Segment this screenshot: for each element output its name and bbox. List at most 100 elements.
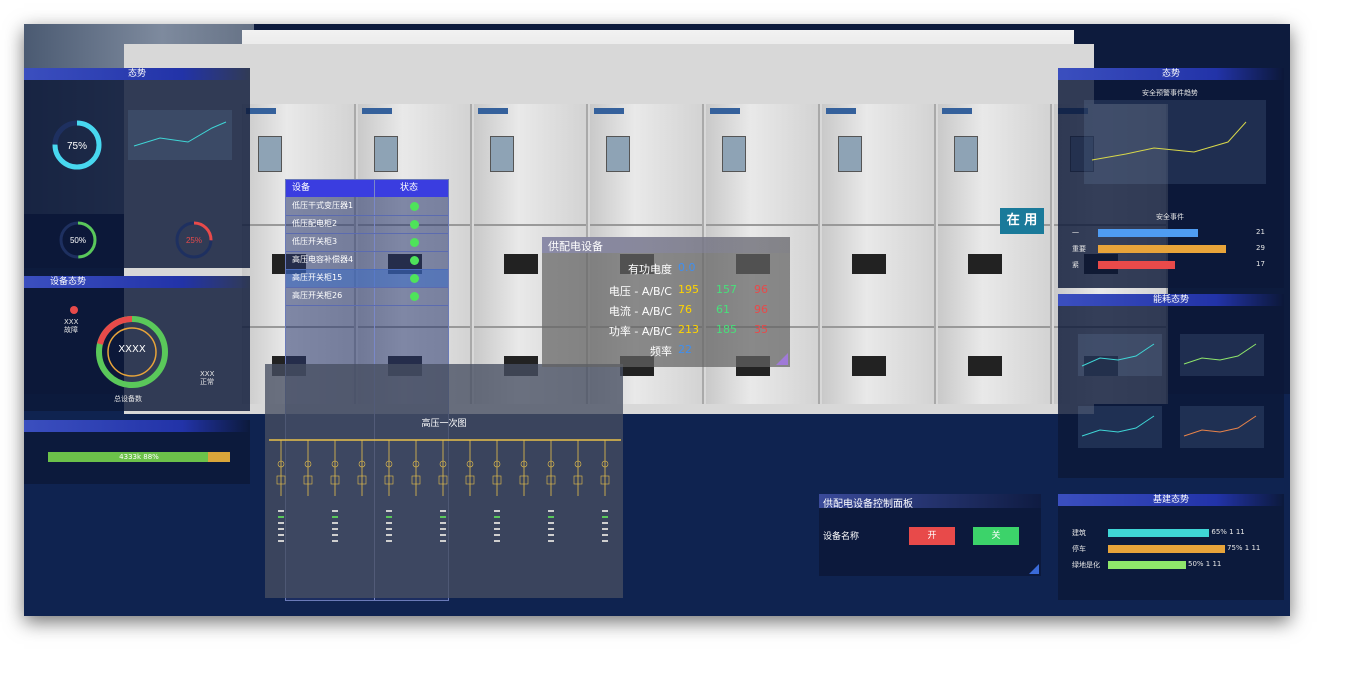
event-value: 17 bbox=[1256, 260, 1265, 268]
power-c: 35 bbox=[754, 323, 768, 336]
status-dot bbox=[410, 238, 419, 247]
row-device-name: 高压开关柜15 bbox=[292, 273, 343, 282]
table-row[interactable]: 低压开关柜3 bbox=[286, 233, 448, 252]
scene: 在 用 态势 75% 50% 25% 设备态势 XXXX XXX 故障 XXX … bbox=[24, 24, 1290, 616]
progress-track: 4333k 88% bbox=[48, 452, 230, 462]
energy-title: 能耗态势 bbox=[1058, 294, 1284, 306]
event-value: 21 bbox=[1256, 228, 1265, 236]
safety-line-chart bbox=[1084, 100, 1266, 184]
gauge-50-label: 50% bbox=[70, 236, 86, 245]
right-trend-title: 态势 bbox=[1058, 68, 1284, 80]
table-row[interactable]: 高压开关柜26 bbox=[286, 287, 448, 306]
off-button[interactable]: 关 bbox=[973, 527, 1019, 545]
gauge-25-label: 25% bbox=[186, 236, 202, 245]
active-power-value: 0.0 bbox=[678, 261, 696, 274]
event-bar bbox=[1098, 245, 1226, 253]
status-dot bbox=[410, 220, 419, 229]
gauge-25: 25% bbox=[175, 221, 213, 259]
build-label: 绿地是化 bbox=[1072, 561, 1100, 569]
build-label: 停车 bbox=[1072, 545, 1086, 553]
event-bar bbox=[1098, 229, 1198, 237]
device-name-label: 设备名称 bbox=[823, 532, 860, 542]
col-device: 设备 bbox=[292, 183, 311, 193]
active-power-label: 有功电度 bbox=[628, 263, 672, 276]
safety-events-title: 安全事件 bbox=[1156, 213, 1184, 221]
left-trend-title: 态势 bbox=[24, 68, 250, 80]
voltage-label: 电压 - A/B/C bbox=[608, 285, 672, 298]
gauge-75: 75% bbox=[52, 120, 102, 170]
power-a: 213 bbox=[678, 323, 699, 336]
current-c: 96 bbox=[754, 303, 768, 316]
energy-chart-3 bbox=[1078, 406, 1162, 448]
status-dot bbox=[410, 256, 419, 265]
fault-marker bbox=[70, 306, 78, 314]
on-button[interactable]: 开 bbox=[909, 527, 955, 545]
col-status: 状态 bbox=[400, 183, 419, 193]
energy-chart-4 bbox=[1180, 406, 1264, 448]
row-device-name: 高压开关柜26 bbox=[292, 291, 343, 300]
control-corner-icon bbox=[1029, 564, 1039, 574]
build-bar bbox=[1108, 545, 1225, 553]
current-a: 76 bbox=[678, 303, 692, 316]
event-label: 一 bbox=[1072, 229, 1079, 237]
voltage-a: 195 bbox=[678, 283, 699, 296]
current-label: 电流 - A/B/C bbox=[608, 305, 672, 318]
gauge-75-label: 75% bbox=[67, 141, 87, 152]
status-dot bbox=[410, 202, 419, 211]
safety-chart-title: 安全预警事件趋势 bbox=[1142, 89, 1198, 97]
normal-label: XXX 正常 bbox=[200, 370, 215, 386]
control-panel: 供配电设备控制面板 设备名称 开 关 bbox=[819, 494, 1041, 576]
device-status-title: 设备态势 bbox=[24, 276, 250, 288]
table-row[interactable]: 高压开关柜15 bbox=[286, 269, 448, 288]
total-devices-label: 总设备数 bbox=[114, 395, 142, 403]
status-dot bbox=[410, 292, 419, 301]
build-value: 75% 1 11 bbox=[1227, 544, 1261, 552]
in-use-sign: 在 用 bbox=[1000, 208, 1044, 234]
freq-label: 频率 bbox=[650, 345, 672, 358]
row-device-name: 低压开关柜3 bbox=[292, 237, 338, 246]
freq-value: 22 bbox=[678, 343, 692, 356]
fault-label: XXX 故障 bbox=[64, 318, 79, 334]
cabinet bbox=[938, 104, 1052, 404]
build-panel: 基建态势 建筑 65% 1 11 停车 75% 1 11 绿地是化 50% 1 11 bbox=[1058, 494, 1284, 600]
power-b: 185 bbox=[716, 323, 737, 336]
table-row[interactable]: 高压电容补偿器4 bbox=[286, 251, 448, 270]
cabinet bbox=[822, 104, 936, 404]
hv-diagram-panel: 高压一次图 bbox=[265, 364, 623, 598]
gauge-50: 50% bbox=[59, 221, 97, 259]
energy-panel: 能耗态势 bbox=[1058, 294, 1284, 478]
progress-text: 4333k 88% bbox=[119, 453, 159, 461]
build-value: 50% 1 11 bbox=[1188, 560, 1222, 568]
right-trend-panel: 态势 安全预警事件趋势 安全事件 一 21 重要 29 紧 17 bbox=[1058, 68, 1284, 288]
progress-panel: 4333k 88% bbox=[24, 420, 250, 484]
table-row[interactable]: 低压配电柜2 bbox=[286, 215, 448, 234]
energy-chart-2 bbox=[1180, 334, 1264, 376]
table-header: 设备 状态 bbox=[286, 180, 448, 197]
voltage-b: 157 bbox=[716, 283, 737, 296]
hv-diagram-drawing bbox=[269, 439, 621, 542]
info-title: 供配电设备 bbox=[548, 240, 603, 253]
build-label: 建筑 bbox=[1072, 529, 1086, 537]
event-bar bbox=[1098, 261, 1175, 269]
voltage-c: 96 bbox=[754, 283, 768, 296]
event-value: 29 bbox=[1256, 244, 1265, 252]
status-dot bbox=[410, 274, 419, 283]
control-title: 供配电设备控制面板 bbox=[823, 499, 913, 510]
energy-chart-1 bbox=[1078, 334, 1162, 376]
current-b: 61 bbox=[716, 303, 730, 316]
ring-center-label: XXXX bbox=[118, 344, 146, 355]
row-device-name: 低压配电柜2 bbox=[292, 219, 338, 228]
left-mini-line-chart bbox=[128, 110, 232, 160]
device-status-panel: 设备态势 XXXX XXX 故障 XXX 正常 总设备数 bbox=[24, 276, 250, 411]
table-row[interactable]: 低压干式变压器1 bbox=[286, 197, 448, 216]
device-info-popup: 供配电设备 有功电度 0.0 电压 - A/B/C 195 157 96 电流 … bbox=[542, 237, 790, 367]
row-device-name: 低压干式变压器1 bbox=[292, 201, 354, 210]
left-trend-panel: 态势 75% 50% 25% bbox=[24, 68, 250, 268]
info-corner-icon bbox=[776, 353, 788, 365]
event-label: 紧 bbox=[1072, 261, 1079, 269]
build-bar bbox=[1108, 529, 1210, 537]
build-title: 基建态势 bbox=[1058, 494, 1284, 506]
build-bar bbox=[1108, 561, 1186, 569]
progress-title bbox=[24, 420, 250, 432]
power-label: 功率 - A/B/C bbox=[608, 325, 672, 338]
